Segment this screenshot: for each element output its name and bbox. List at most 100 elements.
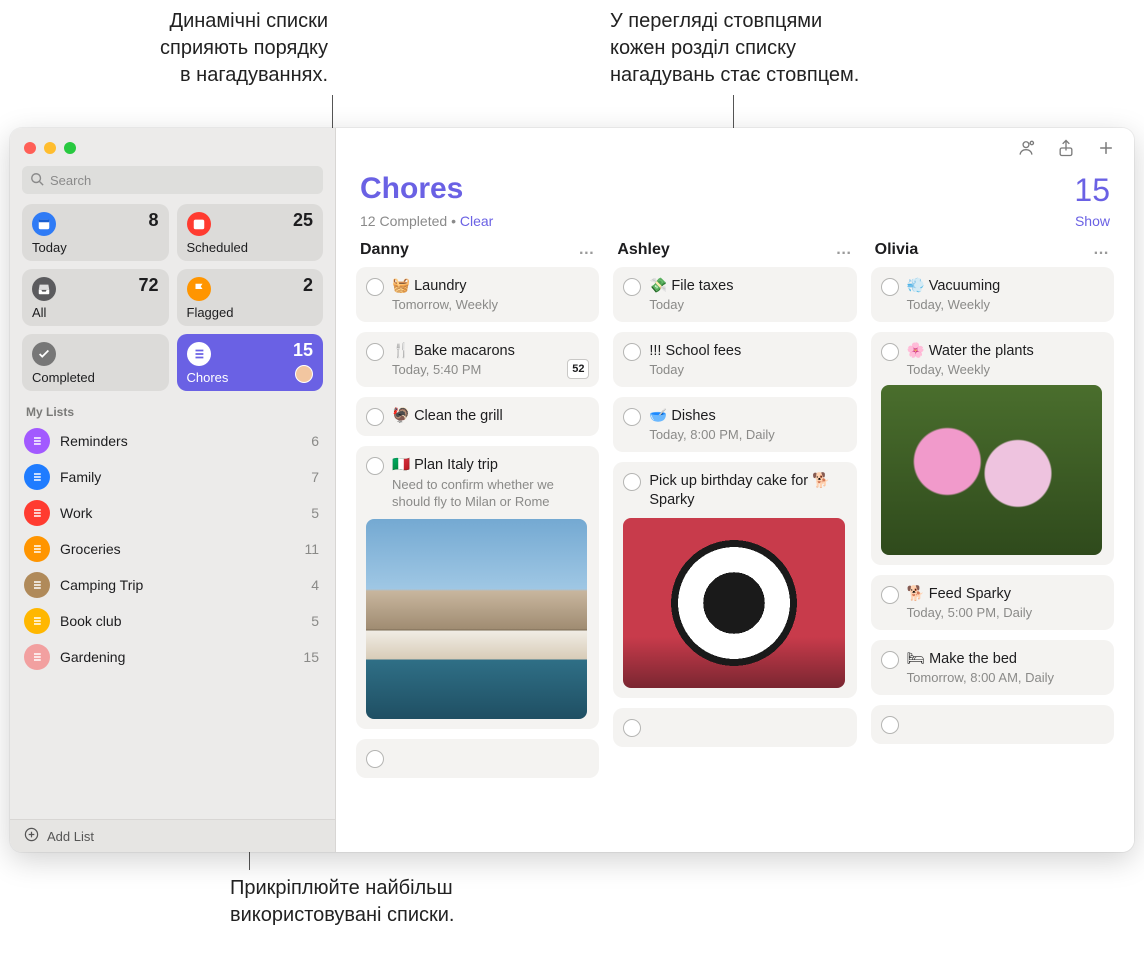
complete-radio[interactable]: [366, 750, 384, 768]
zoom-button[interactable]: [64, 142, 76, 154]
complete-radio[interactable]: [366, 457, 384, 475]
smart-list-flagged[interactable]: 2 Flagged: [177, 269, 324, 326]
list-row[interactable]: Groceries11: [10, 531, 335, 567]
reminder-title: 💨 Vacuuming: [907, 277, 1001, 296]
clear-completed-button[interactable]: Clear: [460, 213, 493, 229]
complete-radio[interactable]: [366, 408, 384, 426]
smart-count: 2: [303, 275, 313, 296]
callout-pinned-lists: Прикріплюйте найбільш використовувані сп…: [230, 875, 550, 929]
complete-radio[interactable]: [623, 719, 641, 737]
reminder-card[interactable]: 🦃 Clean the grill: [356, 397, 599, 436]
list-name: Family: [60, 469, 301, 485]
search-input[interactable]: Search: [22, 166, 323, 194]
reminder-title: 🛏 Make the bed: [907, 650, 1017, 669]
complete-radio[interactable]: [881, 586, 899, 604]
list-row[interactable]: Reminders6: [10, 423, 335, 459]
list-row[interactable]: Camping Trip4: [10, 567, 335, 603]
smart-list-scheduled[interactable]: 25 Scheduled: [177, 204, 324, 261]
complete-radio[interactable]: [366, 278, 384, 296]
column-menu-button[interactable]: …: [578, 241, 595, 259]
show-completed-button[interactable]: Show: [1075, 213, 1110, 229]
columns-container: Danny…🧺 LaundryTomorrow, Weekly🍴 Bake ma…: [336, 239, 1134, 852]
complete-radio[interactable]: [881, 716, 899, 734]
new-reminder-placeholder[interactable]: [613, 708, 856, 747]
list-row[interactable]: Work5: [10, 495, 335, 531]
reminder-card[interactable]: 🐕 Feed SparkyToday, 5:00 PM, Daily: [871, 575, 1114, 630]
reminder-card[interactable]: Pick up birthday cake for 🐕 Sparky: [613, 462, 856, 698]
complete-radio[interactable]: [623, 343, 641, 361]
add-reminder-icon[interactable]: [1096, 138, 1116, 161]
smart-label: Scheduled: [187, 240, 314, 255]
column-cards: 💸 File taxesToday !!! School feesToday 🥣 D…: [613, 267, 856, 747]
minimize-button[interactable]: [44, 142, 56, 154]
list-bullet-icon: [24, 536, 50, 562]
list-bullet-icon: [24, 572, 50, 598]
reminder-card[interactable]: 🍴 Bake macaronsToday, 5:40 PM52: [356, 332, 599, 387]
new-reminder-placeholder[interactable]: [356, 739, 599, 778]
reminder-card[interactable]: 🧺 LaundryTomorrow, Weekly: [356, 267, 599, 322]
reminder-card[interactable]: 🛏 Make the bedTomorrow, 8:00 AM, Daily: [871, 640, 1114, 695]
reminder-title: 🇮🇹 Plan Italy trip: [392, 456, 498, 475]
callout-smart-lists: Динамічні списки сприяють порядку в нага…: [48, 8, 328, 89]
smart-label: Chores: [187, 370, 314, 385]
smart-list-all[interactable]: 72 All: [22, 269, 169, 326]
my-lists: Reminders6Family7Work5Groceries11Camping…: [10, 423, 335, 675]
list-count: 5: [311, 613, 319, 629]
complete-radio[interactable]: [881, 651, 899, 669]
add-list-button[interactable]: Add List: [10, 819, 335, 852]
list-row[interactable]: Family 7: [10, 459, 335, 495]
smart-count: 15: [293, 340, 313, 361]
list-count: 11: [304, 541, 319, 557]
reminder-note: Need to confirm whether we should fly to…: [392, 477, 587, 511]
complete-radio[interactable]: [881, 278, 899, 296]
reminder-card[interactable]: !!! School feesToday: [613, 332, 856, 387]
reminder-subtitle: Today, 5:40 PM: [392, 362, 587, 377]
smart-list-chores[interactable]: 15 Chores: [177, 334, 324, 391]
list-total-count: 15: [1074, 172, 1110, 209]
complete-radio[interactable]: [623, 473, 641, 491]
reminder-badge: 52: [567, 359, 589, 379]
column-menu-button[interactable]: …: [1093, 241, 1110, 259]
column: Danny…🧺 LaundryTomorrow, Weekly🍴 Bake ma…: [356, 239, 599, 840]
search-placeholder: Search: [50, 173, 91, 188]
smart-list-completed[interactable]: Completed: [22, 334, 169, 391]
reminder-subtitle: Today, Weekly: [907, 362, 1102, 377]
reminder-card[interactable]: 🥣 DishesToday, 8:00 PM, Daily: [613, 397, 856, 452]
reminder-image: [881, 385, 1102, 555]
column-cards: 🧺 LaundryTomorrow, Weekly 🍴 Bake macarons…: [356, 267, 599, 778]
smart-count: 25: [293, 210, 313, 231]
list-count: 5: [311, 505, 319, 521]
shared-avatar-icon: [295, 365, 313, 383]
reminder-subtitle: Today, Weekly: [907, 297, 1102, 312]
complete-radio[interactable]: [366, 343, 384, 361]
reminder-card[interactable]: 🌸 Water the plantsToday, Weekly: [871, 332, 1114, 565]
reminder-title: !!! School fees: [649, 342, 741, 361]
reminder-card[interactable]: 💸 File taxesToday: [613, 267, 856, 322]
list-name: Gardening: [60, 649, 293, 665]
reminder-title: 🍴 Bake macarons: [392, 342, 515, 361]
flag-icon: [187, 277, 211, 301]
calendar-today-icon: [32, 212, 56, 236]
complete-radio[interactable]: [881, 343, 899, 361]
reminders-window: Search 8 Today 25 Scheduled: [10, 128, 1134, 852]
share-icon[interactable]: [1056, 138, 1076, 161]
close-button[interactable]: [24, 142, 36, 154]
list-row[interactable]: Gardening15: [10, 639, 335, 675]
reminder-card[interactable]: 💨 VacuumingToday, Weekly: [871, 267, 1114, 322]
collaborate-icon[interactable]: [1016, 138, 1036, 161]
reminder-card[interactable]: 🇮🇹 Plan Italy trip Need to confirm whethe…: [356, 446, 599, 729]
list-bullet-icon: [24, 608, 50, 634]
list-name: Camping Trip: [60, 577, 301, 593]
column: Ashley…💸 File taxesToday!!! School feesT…: [613, 239, 856, 840]
new-reminder-placeholder[interactable]: [871, 705, 1114, 744]
list-row[interactable]: Book club5: [10, 603, 335, 639]
complete-radio[interactable]: [623, 278, 641, 296]
list-count: 7: [311, 469, 319, 485]
list-title: Chores: [360, 172, 463, 206]
complete-radio[interactable]: [623, 408, 641, 426]
list-subheader: 12 Completed • Clear Show: [336, 213, 1134, 239]
list-bullet-icon: [24, 464, 50, 490]
column-menu-button[interactable]: …: [836, 241, 853, 259]
reminder-subtitle: Tomorrow, 8:00 AM, Daily: [907, 670, 1102, 685]
smart-list-today[interactable]: 8 Today: [22, 204, 169, 261]
